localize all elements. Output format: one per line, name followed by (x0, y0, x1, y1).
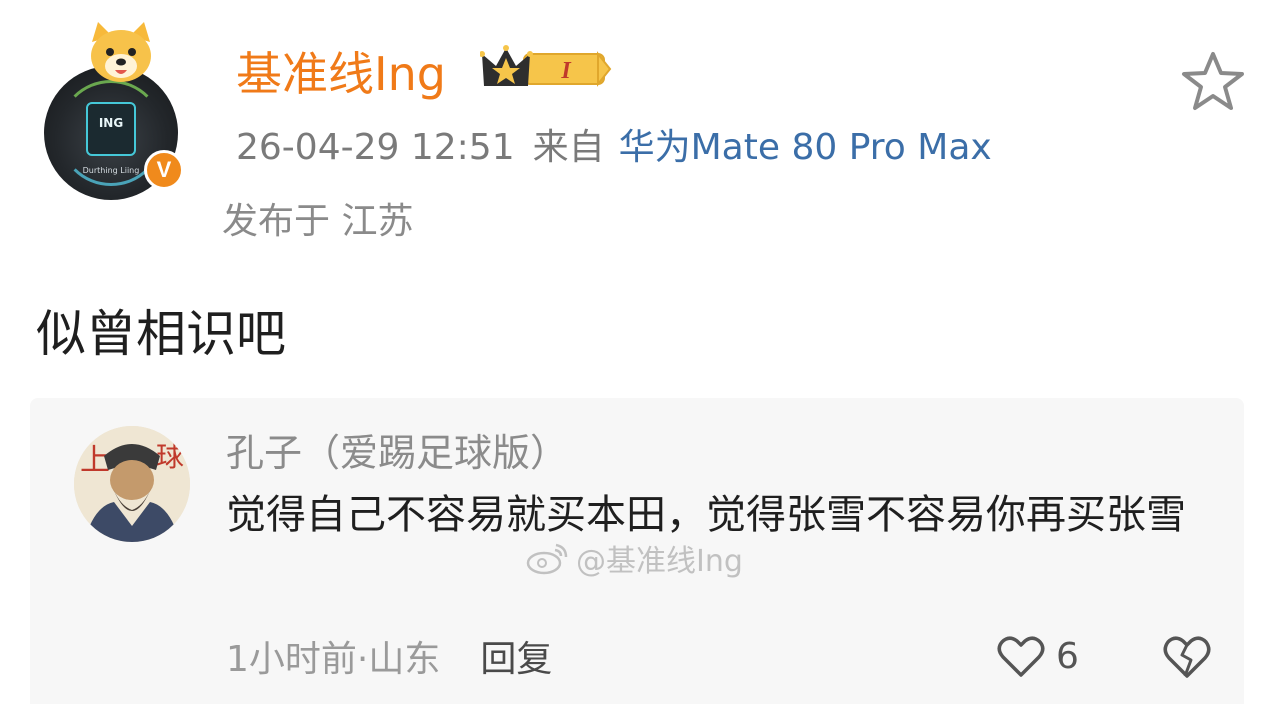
weibo-logo-icon (526, 543, 568, 575)
comment-author[interactable]: 孔子（爱踢足球版） (226, 422, 568, 477)
comment-footer: 1小时前·山东 回复 (226, 630, 552, 682)
post-meta: 26-04-29 12:51 来自 华为Mate 80 Pro Max (236, 118, 992, 170)
like-button[interactable]: 6 (996, 630, 1079, 682)
reply-button[interactable]: 回复 (480, 639, 552, 680)
post-location: 发布于 江苏 (222, 201, 414, 242)
avatar-panel: ING (86, 102, 136, 156)
post-text: 似曾相识吧 (36, 305, 286, 363)
broken-heart-icon[interactable] (1160, 630, 1214, 682)
star-icon[interactable] (1180, 50, 1246, 112)
post-timestamp: 26-04-29 12:51 (236, 127, 515, 168)
username[interactable]: 基准线Ing (236, 38, 446, 104)
from-label: 来自 (532, 127, 605, 168)
comment-time: 1小时前·山东 (226, 639, 441, 680)
heart-icon (997, 636, 1045, 677)
verified-badge: V (144, 150, 184, 190)
watermark: @基准线Ing (526, 536, 743, 580)
dog-avatar-icon (91, 22, 151, 82)
crown-icon: I (480, 45, 612, 87)
device-link[interactable]: 华为Mate 80 Pro Max (619, 127, 992, 168)
watermark-text: @基准线Ing (576, 544, 743, 579)
like-count: 6 (1056, 635, 1079, 677)
avatar-text: ING (98, 116, 124, 130)
confucius-avatar-icon: 上 球 (74, 426, 190, 542)
level-badge-text: I (560, 58, 572, 84)
user-avatar[interactable]: ING Durthing Liing V (44, 22, 184, 200)
comment-avatar[interactable]: 上 球 (74, 426, 190, 542)
